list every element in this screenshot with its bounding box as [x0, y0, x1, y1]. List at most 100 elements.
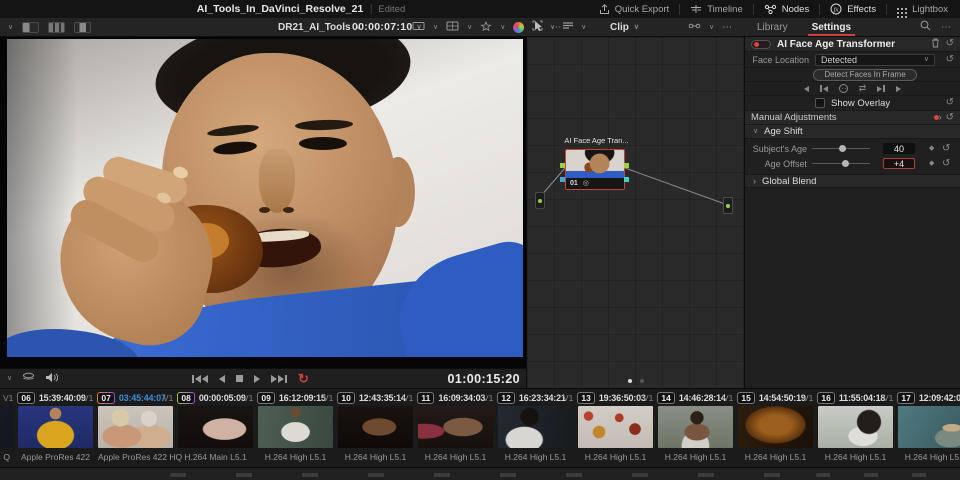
swap-faces-icon[interactable]: ⇄: [859, 84, 867, 93]
show-overlay-checkbox[interactable]: [815, 98, 825, 108]
source-node[interactable]: [535, 192, 545, 209]
plugin-enable-toggle[interactable]: [751, 40, 771, 49]
clip-thumbnail[interactable]: [178, 406, 253, 448]
output-node[interactable]: [723, 197, 733, 214]
layers-icon[interactable]: [22, 372, 35, 385]
split-view-icon[interactable]: [74, 22, 91, 33]
node-mode-selector[interactable]: Clip ∨: [610, 18, 639, 36]
lightbox-button[interactable]: Lightbox: [887, 4, 958, 15]
clip-thumbnail[interactable]: [658, 406, 733, 448]
quick-export-button[interactable]: Quick Export: [589, 4, 679, 15]
ai-face-age-node[interactable]: 01 ◎: [565, 149, 625, 190]
highlight-icon[interactable]: [480, 21, 492, 34]
subjects-age-value[interactable]: 40: [883, 143, 915, 154]
clip-number-badge[interactable]: 10: [338, 393, 353, 403]
age-offset-reset-icon[interactable]: ↺: [942, 159, 950, 169]
face-detect-icon[interactable]: [839, 84, 848, 93]
play-button[interactable]: [254, 375, 260, 383]
clip-thumbnail[interactable]: [0, 406, 13, 448]
age-offset-value[interactable]: +4: [883, 158, 915, 169]
age-offset-slider[interactable]: [812, 158, 870, 169]
effects-button[interactable]: fx Effects: [820, 3, 886, 15]
timeline-selector[interactable]: DR21_AI_Tools ∨: [278, 18, 361, 36]
skip-to-end-button[interactable]: [271, 375, 287, 383]
show-overlay-reset-icon[interactable]: ↺: [946, 98, 954, 108]
clip-thumbnail[interactable]: [418, 406, 493, 448]
clip-thumbnail[interactable]: [18, 406, 93, 448]
clip-number-badge[interactable]: 06: [18, 393, 33, 403]
manual-adjustments-row[interactable]: Manual Adjustments › ↺: [745, 111, 960, 125]
node-options-icon[interactable]: ⋯: [722, 22, 733, 33]
clip-number-badge[interactable]: 07: [98, 393, 113, 403]
clip-thumbnail[interactable]: [898, 406, 960, 448]
node-graph-panel[interactable]: AI Face Age Tran... 01 ◎: [527, 37, 745, 388]
page-icons-partial[interactable]: [170, 473, 830, 477]
inspector-options-icon[interactable]: ⋯: [941, 22, 952, 33]
video-frame[interactable]: [7, 39, 523, 357]
clip-thumbnail[interactable]: [738, 406, 813, 448]
play-reverse-button[interactable]: [219, 375, 225, 383]
clip-number-badge[interactable]: 08: [178, 393, 193, 403]
last-face-icon[interactable]: [877, 85, 885, 92]
clip-thumbnail[interactable]: [338, 406, 413, 448]
subjects-age-reset-icon[interactable]: ↺: [942, 144, 950, 154]
clip-number-badge[interactable]: 17: [898, 393, 913, 403]
detect-faces-button[interactable]: Detect Faces In Frame: [813, 69, 917, 81]
plugin-reset-icon[interactable]: ↺: [946, 39, 954, 49]
node-input-mask-port[interactable]: [560, 177, 565, 182]
gallery-view-icon[interactable]: [22, 22, 39, 33]
color-wheel-icon[interactable]: [513, 22, 524, 33]
node-graph-icon[interactable]: [688, 21, 701, 34]
nodes-button[interactable]: Nodes: [754, 4, 819, 15]
stop-button[interactable]: [236, 375, 243, 382]
timeline-button[interactable]: Timeline: [680, 4, 753, 15]
clip-number-badge[interactable]: 14: [658, 393, 673, 403]
split-screen-icon[interactable]: [446, 21, 459, 34]
node-output-key-port[interactable]: [624, 177, 629, 182]
keyframe-diamond-icon[interactable]: ◆: [929, 145, 934, 152]
caret-right-icon[interactable]: ›: [939, 113, 942, 122]
audio-speaker-icon[interactable]: [45, 372, 58, 386]
node-output-rgb-port[interactable]: [624, 163, 629, 168]
global-blend-section-header[interactable]: › Global Blend: [745, 174, 960, 188]
clip-thumbnail[interactable]: [818, 406, 893, 448]
viewer-collapse-chevron-icon[interactable]: ∨: [8, 24, 13, 31]
clip-number-badge[interactable]: 13: [578, 393, 593, 403]
face-location-dropdown[interactable]: Detected ∨: [815, 54, 935, 66]
lightbox-view-icon[interactable]: [48, 22, 65, 33]
trash-icon[interactable]: [931, 38, 940, 51]
clip-number-badge[interactable]: 16: [818, 393, 833, 403]
node-input-rgb-port[interactable]: [560, 163, 565, 168]
clip-track-label: V1: [403, 393, 413, 403]
image-wipe-icon[interactable]: [412, 21, 425, 34]
manual-adjustments-reset-icon[interactable]: ↺: [946, 113, 954, 123]
clip-thumbnail[interactable]: [258, 406, 333, 448]
subjects-age-slider[interactable]: [812, 143, 870, 154]
clip-item[interactable]: V11712:09:42:08H.264 High L5.1: [898, 390, 960, 467]
clip-thumbnail[interactable]: [98, 406, 173, 448]
face-location-reset-icon[interactable]: ↺: [946, 55, 954, 65]
search-icon[interactable]: [920, 20, 931, 34]
clip-number-badge[interactable]: 09: [258, 393, 273, 403]
clip-number-badge[interactable]: 15: [738, 393, 753, 403]
keyframe-diamond-icon[interactable]: ◆: [929, 160, 934, 167]
first-face-icon[interactable]: [820, 85, 828, 92]
skip-to-start-button[interactable]: [192, 375, 208, 383]
transport-chevron-icon[interactable]: ∨: [7, 375, 12, 382]
age-shift-label: Age Shift: [764, 126, 803, 137]
clip-number-badge[interactable]: 12: [498, 393, 513, 403]
clip-thumbnail[interactable]: [498, 406, 573, 448]
next-face-icon[interactable]: [896, 86, 901, 92]
node-color-icon[interactable]: [562, 21, 574, 33]
node-page-indicator[interactable]: [527, 379, 744, 383]
tab-settings[interactable]: Settings: [800, 18, 863, 36]
age-shift-section-header[interactable]: ∨ Age Shift: [745, 125, 960, 139]
clip-thumbnail[interactable]: [578, 406, 653, 448]
clip-timecode: 12:09:42:08: [919, 393, 960, 403]
loop-playback-icon[interactable]: ↻: [298, 372, 309, 385]
previous-face-icon[interactable]: [804, 86, 809, 92]
cursor-tool-icon[interactable]: [534, 20, 543, 34]
tab-library[interactable]: Library: [745, 18, 800, 36]
right-icons-partial[interactable]: [816, 473, 946, 477]
clip-number-badge[interactable]: 11: [418, 393, 433, 403]
